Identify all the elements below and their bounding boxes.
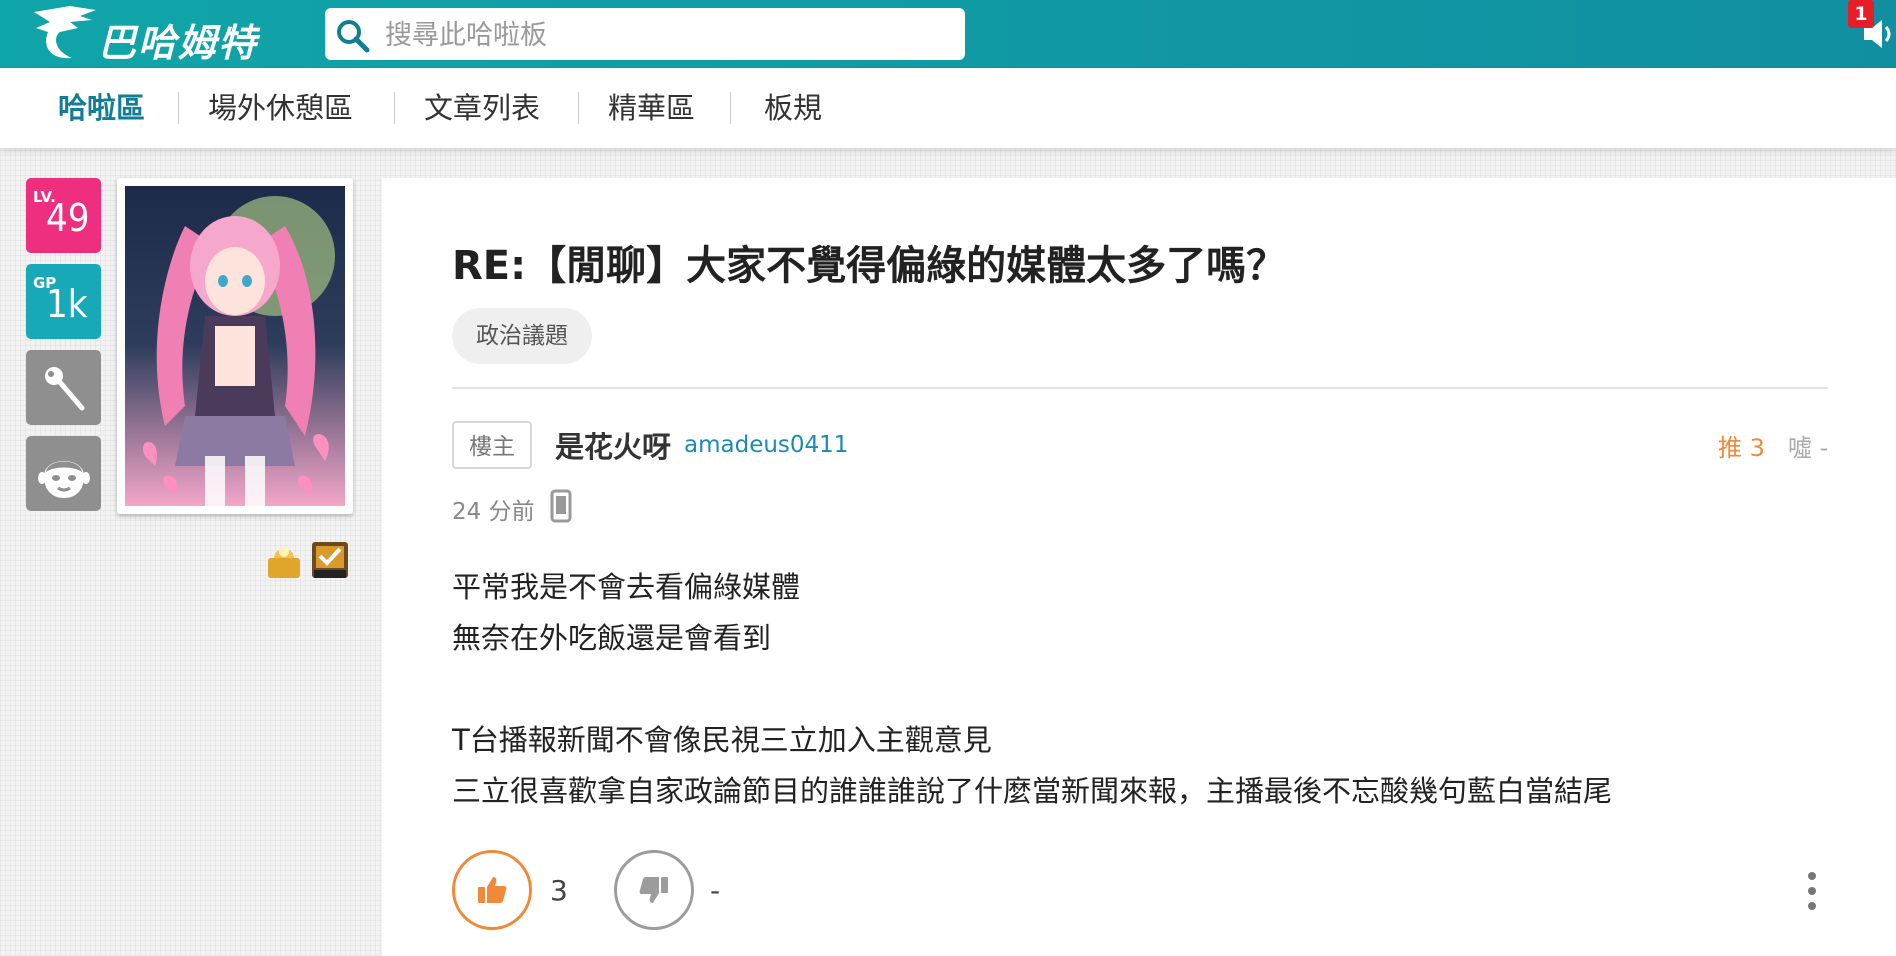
tab-highlights[interactable]: 精華區 [608, 88, 695, 128]
thumbs-down-icon [639, 877, 668, 903]
check-1000-medal-icon[interactable] [310, 540, 350, 580]
topic-tag[interactable]: 政治議題 [452, 308, 592, 364]
post-container: RE:【閒聊】大家不覺得偏綠的媒體太多了嗎？ 政治議題 樓主 是花火呀 amad… [382, 178, 1896, 956]
magic-wand-icon [45, 367, 85, 411]
avatar-face-badge[interactable] [26, 436, 101, 511]
more-vertical-icon[interactable] [1800, 870, 1824, 912]
nav-divider [394, 92, 395, 124]
boo-button[interactable] [614, 850, 694, 930]
level-badge[interactable]: LV. 49 [26, 178, 101, 253]
notification-badge: 1 [1848, 0, 1874, 28]
post-content: 平常我是不會去看偏綠媒體 無奈在外吃飯還是會看到 T台播報新聞不會像民視三立加入… [452, 562, 1612, 817]
push-button[interactable] [452, 850, 532, 930]
content-line: T台播報新聞不會像民視三立加入主觀意見 [452, 723, 992, 757]
content-line: 平常我是不會去看偏綠媒體 [452, 570, 801, 604]
user-avatar-card[interactable] [117, 178, 353, 514]
logo-text: 巴哈姆特 [98, 21, 259, 65]
title-divider [452, 387, 1828, 389]
gp-value: 1k [46, 282, 88, 326]
tab-hala[interactable]: 哈啦區 [58, 88, 145, 128]
content-line [452, 664, 1612, 715]
thumbs-up-icon [478, 877, 507, 903]
content-line: 無奈在外吃飯還是會看到 [452, 621, 772, 655]
race-badge[interactable] [26, 350, 101, 425]
boo-count[interactable]: 噓 - [1788, 428, 1828, 463]
gp-badge[interactable]: GP 1k [26, 264, 101, 339]
op-badge: 樓主 [452, 421, 532, 469]
search-box[interactable] [325, 8, 965, 60]
top-bar: 巴哈姆特 1 [0, 0, 1896, 68]
boo-total: - [710, 874, 721, 907]
nav-divider [730, 92, 731, 124]
mobile-phone-icon [550, 489, 572, 523]
search-input[interactable] [383, 14, 947, 56]
nav-divider [578, 92, 579, 124]
nav-divider [178, 92, 179, 124]
search-icon[interactable] [335, 18, 371, 54]
tab-article-list[interactable]: 文章列表 [424, 88, 540, 128]
author-id[interactable]: amadeus0411 [684, 432, 848, 458]
content-line: 三立很喜歡拿自家政論節目的誰誰誰說了什麼當新聞來報，主播最後不忘酸幾句藍白當結尾 [452, 774, 1613, 808]
face-icon [38, 461, 90, 498]
push-total: 3 [550, 874, 568, 907]
author-nickname[interactable]: 是花火呀 [555, 424, 671, 466]
post-title: RE:【閒聊】大家不覺得偏綠的媒體太多了嗎？ [452, 243, 1287, 289]
push-count[interactable]: 推 3 [1718, 428, 1765, 463]
board-nav: 哈啦區 場外休憩區 文章列表 精華區 板規 [0, 68, 1896, 148]
bahamut-logo[interactable]: 巴哈姆特 [30, 2, 280, 66]
tab-rules[interactable]: 板規 [764, 88, 822, 128]
post-time[interactable]: 24 分前 [452, 492, 535, 526]
avatar-image [125, 186, 345, 506]
dragon-icon [34, 6, 96, 59]
tab-offtopic[interactable]: 場外休憩區 [208, 88, 353, 128]
gold-bag-medal-icon[interactable] [264, 540, 304, 580]
notification-button[interactable]: 1 [1848, 0, 1896, 68]
level-value: 49 [46, 196, 90, 240]
